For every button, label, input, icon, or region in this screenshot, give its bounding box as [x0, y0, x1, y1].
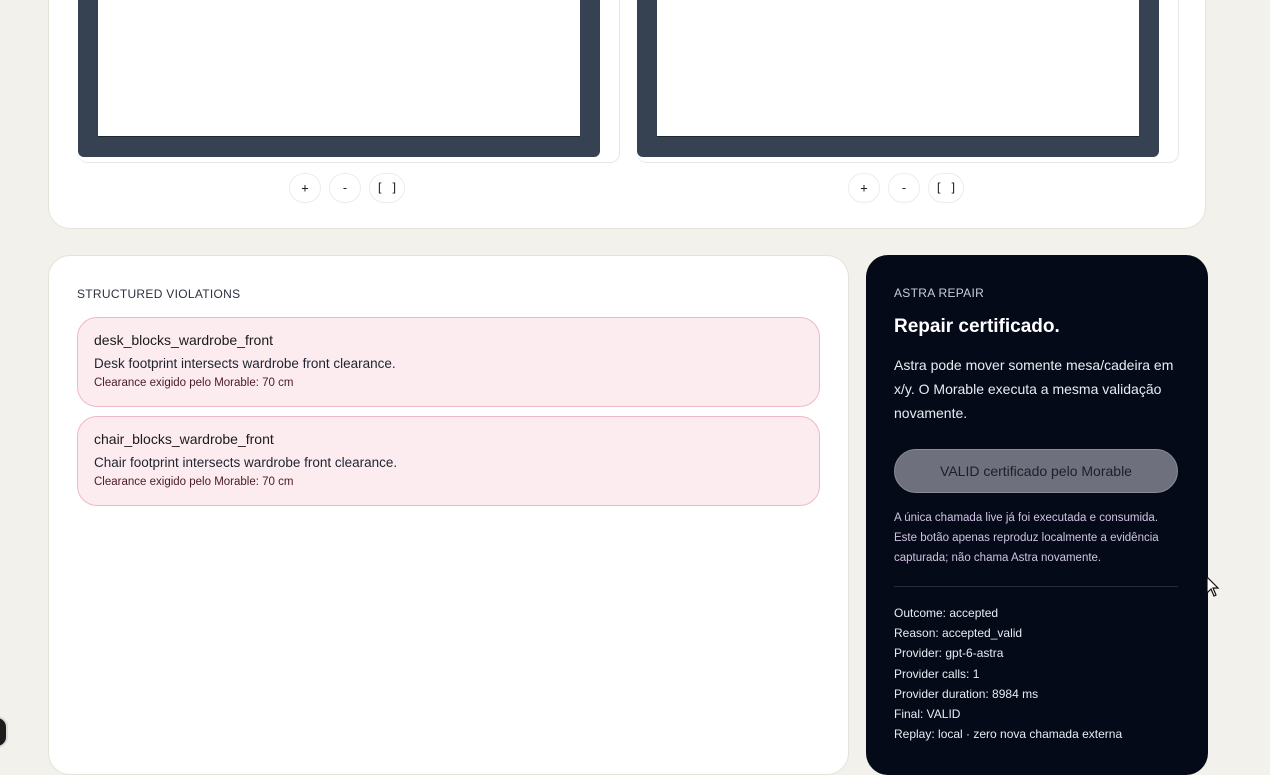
repair-note: A única chamada live já foi executada e … — [894, 512, 1159, 564]
violation-message: Desk footprint intersects wardrobe front… — [94, 356, 396, 371]
viewport-left-frame — [78, 0, 600, 157]
repair-description: Astra pode mover somente mesa/cadeira em… — [894, 357, 1174, 421]
floating-widget-icon[interactable] — [0, 716, 8, 748]
zoom-out-button[interactable]: - — [888, 173, 920, 203]
meta-provider-duration: Provider duration: 8984 ms — [894, 686, 1039, 701]
viewport-right-frame — [637, 0, 1159, 157]
violations-section-label: STRUCTURED VIOLATIONS — [77, 287, 241, 301]
violation-code: chair_blocks_wardrobe_front — [94, 431, 274, 447]
violations-card: STRUCTURED VIOLATIONS desk_blocks_wardro… — [48, 255, 849, 775]
viewport-right — [637, 0, 1179, 163]
viewports-card: + - [ ] + - [ ] — [48, 0, 1206, 229]
violation-code: desk_blocks_wardrobe_front — [94, 332, 273, 348]
mouse-cursor-icon — [1206, 576, 1220, 597]
fit-view-button[interactable]: [ ] — [928, 173, 964, 203]
repair-card: ASTRA REPAIR Repair certificado. Astra p… — [866, 255, 1208, 775]
meta-provider-calls: Provider calls: 1 — [894, 666, 980, 681]
zoom-in-button[interactable]: + — [848, 173, 880, 203]
meta-reason: Reason: accepted_valid — [894, 626, 1023, 641]
repair-title: Repair certificado. — [894, 316, 1060, 337]
meta-outcome: Outcome: accepted — [894, 606, 999, 620]
meta-replay: Replay: local · zero nova chamada extern… — [894, 727, 1123, 742]
violation-requirement: Clearance exigido pelo Morable: 70 cm — [94, 476, 294, 488]
meta-final: Final: VALID — [894, 707, 961, 722]
zoom-out-button[interactable]: - — [329, 173, 361, 203]
fit-view-button[interactable]: [ ] — [369, 173, 405, 203]
violation-item: desk_blocks_wardrobe_front Desk footprin… — [77, 317, 820, 407]
viewport-left-canvas[interactable] — [98, 0, 580, 137]
violation-message: Chair footprint intersects wardrobe fron… — [94, 455, 398, 470]
divider — [894, 586, 1178, 587]
valid-certified-button[interactable]: VALID certificado pelo Morable — [894, 449, 1178, 493]
viewport-right-controls: + - [ ] — [848, 173, 964, 203]
repair-section-label: ASTRA REPAIR — [894, 286, 985, 300]
viewport-right-canvas[interactable] — [657, 0, 1139, 137]
zoom-in-button[interactable]: + — [289, 173, 321, 203]
viewport-left — [78, 0, 620, 163]
violation-item: chair_blocks_wardrobe_front Chair footpr… — [77, 416, 820, 506]
viewport-left-controls: + - [ ] — [289, 173, 405, 203]
meta-provider: Provider: gpt-6-astra — [894, 646, 1004, 661]
violation-requirement: Clearance exigido pelo Morable: 70 cm — [94, 377, 294, 389]
repair-meta-list: Outcome: accepted Reason: accepted_valid… — [894, 603, 1122, 744]
